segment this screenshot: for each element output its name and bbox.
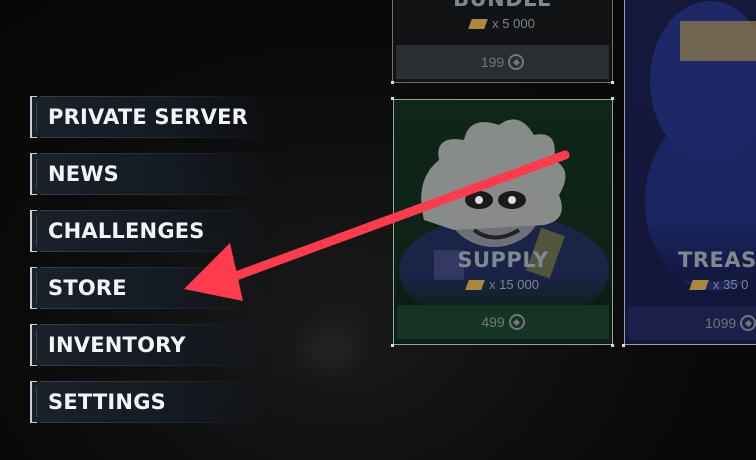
robux-coin-icon: [508, 314, 525, 330]
menu-item-label: CHALLENGES: [48, 219, 205, 243]
card-corner: [611, 97, 614, 100]
menu-item-settings[interactable]: SETTINGS: [30, 381, 270, 423]
gold-bars-icon: [689, 280, 709, 290]
store-card-bundle[interactable]: BUNDLE x 5 000 199: [392, 0, 613, 83]
character-art: [625, 1, 756, 291]
price-button[interactable]: 199: [396, 45, 609, 79]
card-corner: [391, 344, 394, 347]
menu-item-label: INVENTORY: [48, 333, 186, 357]
menu-item-label: SETTINGS: [48, 390, 166, 414]
card-corner: [611, 81, 614, 84]
price-button[interactable]: 1099: [628, 306, 756, 340]
price-button[interactable]: 499: [397, 305, 609, 339]
menu-item-challenges[interactable]: CHALLENGES: [30, 210, 270, 252]
card-corner: [622, 344, 625, 347]
card-quantity: x 35 0: [689, 277, 756, 292]
card-quantity: x 15 000: [394, 277, 612, 292]
card-corner: [611, 344, 614, 347]
menu-item-label: NEWS: [48, 162, 120, 186]
menu-item-inventory[interactable]: INVENTORY: [30, 324, 270, 366]
menu-item-label: STORE: [48, 276, 127, 300]
store-card-treasure[interactable]: TREASU x 35 0 1099: [624, 0, 756, 345]
robux-coin-icon: [508, 54, 525, 70]
gold-bars-icon: [468, 19, 488, 29]
price-value: 1099: [705, 315, 737, 331]
background-glow: [300, 330, 360, 370]
card-title: BUNDLE: [393, 0, 612, 11]
card-corner: [391, 97, 394, 100]
menu-item-news[interactable]: NEWS: [30, 153, 270, 195]
card-title: SUPPLY: [457, 248, 549, 272]
card-corner: [391, 81, 394, 84]
price-value: 499: [481, 314, 505, 330]
menu-item-store[interactable]: STORE: [30, 267, 270, 309]
robux-coin-icon: [740, 315, 756, 331]
menu-item-label: PRIVATE SERVER: [48, 105, 249, 129]
menu-item-private-server[interactable]: PRIVATE SERVER: [30, 96, 270, 138]
gold-bars-icon: [465, 280, 485, 290]
price-value: 199: [480, 54, 505, 70]
card-quantity: x 5 000: [393, 16, 612, 31]
card-title: TREASU: [678, 248, 756, 272]
store-card-supply[interactable]: SUPPLY x 15 000 499: [393, 99, 613, 345]
